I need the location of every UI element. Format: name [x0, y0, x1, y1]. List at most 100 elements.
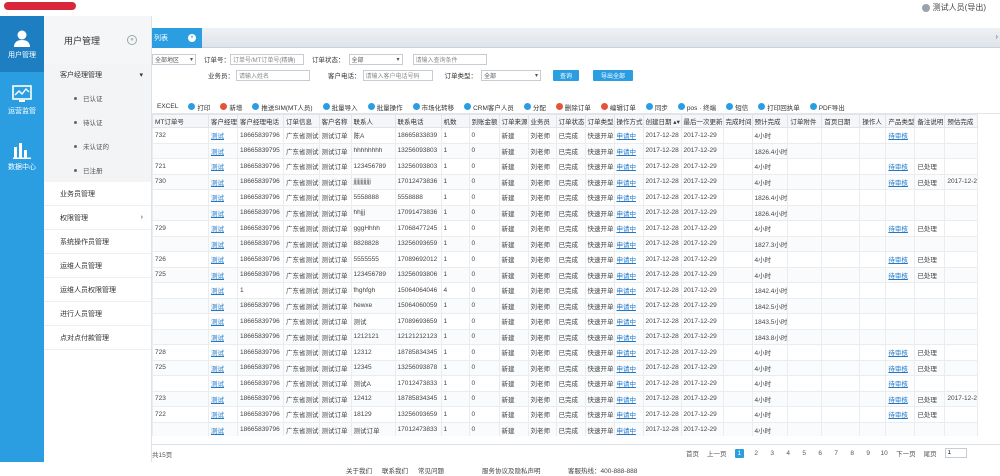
- column-header[interactable]: 联系电话: [394, 114, 442, 128]
- table-cell[interactable]: 测试: [208, 158, 238, 175]
- column-header[interactable]: 操作人: [859, 114, 887, 128]
- region-select[interactable]: 全部地区 ▾: [152, 53, 196, 65]
- table-cell[interactable]: 待审核: [885, 158, 916, 175]
- column-header[interactable]: 预估完成: [944, 114, 979, 128]
- column-header[interactable]: 预计完成: [751, 114, 789, 128]
- table-row[interactable]: 725 测试 18665839796 广东省测试 测试订单 123456789 132560…: [152, 266, 979, 283]
- column-header[interactable]: 订单信息: [283, 114, 320, 128]
- table-cell[interactable]: [885, 282, 916, 299]
- toolbar-button[interactable]: 打印: [183, 102, 215, 112]
- table-cell[interactable]: 申请中: [613, 127, 644, 144]
- toolbar-button[interactable]: 删除订单: [551, 102, 596, 112]
- column-header[interactable]: 订单附件: [787, 114, 823, 128]
- table-cell[interactable]: 申请中: [613, 142, 644, 159]
- page-number[interactable]: 1: [734, 448, 745, 458]
- export-all-button[interactable]: 导出全部: [593, 69, 633, 81]
- table-cell[interactable]: 申请中: [613, 359, 644, 376]
- page-number[interactable]: 9: [864, 450, 872, 457]
- table-cell[interactable]: 待审核: [885, 406, 916, 423]
- table-cell[interactable]: 测试: [208, 313, 238, 330]
- column-header[interactable]: 业务员: [527, 114, 557, 128]
- table-cell[interactable]: 申请中: [613, 204, 644, 221]
- close-icon[interactable]: ×: [188, 34, 196, 42]
- table-cell[interactable]: 待审核: [885, 251, 916, 268]
- sidebar-item[interactable]: 运维人员权限管理: [44, 278, 151, 302]
- table-cell[interactable]: [885, 328, 916, 345]
- page-jump-input[interactable]: [944, 448, 967, 458]
- toolbar-button[interactable]: 编辑订单: [596, 102, 641, 112]
- column-header[interactable]: 订单类型: [584, 114, 615, 128]
- chevron-right-icon[interactable]: ›: [995, 32, 998, 41]
- table-cell[interactable]: 测试: [208, 421, 238, 436]
- column-header[interactable]: 客户名称: [318, 114, 352, 128]
- last-page-button[interactable]: 尾页: [924, 448, 937, 458]
- table-row[interactable]: 测试 1 广东省测试 测试订单 fhghfgh 15064064046 4 0 新建 刘老师 已完成…: [152, 282, 979, 299]
- table-cell[interactable]: 测试: [208, 266, 238, 283]
- table-cell[interactable]: [885, 189, 916, 206]
- footer-link[interactable]: 联系我们: [382, 465, 408, 475]
- table-row[interactable]: 测试 18665839796 广东省测试 测试订单 1212121 12121212123…: [152, 328, 979, 345]
- table-cell[interactable]: 申请中: [613, 297, 644, 314]
- table-cell[interactable]: [885, 297, 916, 314]
- column-header[interactable]: 备注说明: [914, 114, 946, 128]
- table-cell[interactable]: [885, 235, 916, 252]
- sidebar-item[interactable]: 系统操作员管理: [44, 230, 151, 254]
- salesman-input[interactable]: 请输入姓名: [236, 69, 310, 81]
- column-header[interactable]: MT订单号: [152, 114, 209, 128]
- table-cell[interactable]: 测试: [208, 173, 238, 190]
- table-cell[interactable]: 测试: [208, 406, 238, 423]
- table-cell[interactable]: 申请中: [613, 375, 644, 392]
- table-cell[interactable]: 测试: [208, 297, 238, 314]
- toolbar-button[interactable]: 分配: [519, 102, 551, 112]
- page-number[interactable]: 4: [784, 450, 792, 457]
- table-cell[interactable]: 申请中: [613, 282, 644, 299]
- page-number[interactable]: 7: [832, 450, 840, 457]
- nav-data-center[interactable]: 数据中心: [0, 128, 44, 184]
- page-number[interactable]: 5: [800, 450, 808, 457]
- page-number[interactable]: 10: [880, 450, 888, 457]
- nav-operations[interactable]: 运营监管: [0, 72, 44, 128]
- table-cell[interactable]: 测试: [208, 359, 238, 376]
- table-cell[interactable]: 测试: [208, 189, 238, 206]
- table-row[interactable]: 测试 18665839796 广东省测试 测试订单 测试 17089693659 1 0 新建刘…: [152, 313, 979, 330]
- toolbar-button[interactable]: 市场化转移: [408, 102, 460, 112]
- sidebar-subitem[interactable]: 已认证: [44, 86, 151, 110]
- first-page-button[interactable]: 首页: [686, 448, 699, 458]
- table-cell[interactable]: 测试: [208, 251, 238, 268]
- table-cell[interactable]: 测试: [208, 235, 238, 252]
- toolbar-button[interactable]: EXCEL: [152, 103, 183, 110]
- table-row[interactable]: 725 测试 18665839796 广东省测试 测试订单 12345 1325609387…: [152, 359, 979, 376]
- table-row[interactable]: 726 测试 18665839796 广东省测试 测试订单 5555555 17089692…: [152, 251, 979, 268]
- table-cell[interactable]: 申请中: [613, 189, 644, 206]
- table-cell[interactable]: [885, 313, 916, 330]
- table-cell[interactable]: 待审核: [885, 266, 916, 283]
- table-cell[interactable]: 申请中: [613, 251, 644, 268]
- page-number[interactable]: 2: [752, 450, 760, 457]
- status-select[interactable]: 全部 ▾: [348, 53, 403, 65]
- column-header[interactable]: 最后一次更新: [680, 114, 724, 128]
- column-header[interactable]: 首页日期: [821, 114, 861, 128]
- page-number[interactable]: 6: [816, 450, 824, 457]
- column-header[interactable]: 订单来源: [498, 114, 529, 128]
- sidebar-subitem[interactable]: 未认证的: [44, 134, 151, 158]
- table-row[interactable]: 728 测试 18665839796 广东省测试 测试订单 12312 1878583434…: [152, 344, 979, 361]
- column-header[interactable]: 完成时间: [722, 114, 753, 128]
- footer-link[interactable]: 常见问题: [418, 465, 444, 475]
- sidebar-subitem[interactable]: 已注册: [44, 158, 151, 182]
- sidebar-group-account-manager[interactable]: 客户经理管理 ▾: [44, 64, 151, 86]
- column-header[interactable]: 客户经理电话: [237, 114, 284, 128]
- table-row[interactable]: 722 测试 18665839796 广东省测试 测试订单 18129 1325609365…: [152, 406, 979, 423]
- table-row[interactable]: 729 测试 18665839796 广东省测试 测试订单 gggHhhh 17068477…: [152, 220, 979, 237]
- phone-input[interactable]: 请输入客户电话号码: [362, 69, 433, 81]
- toolbar-button[interactable]: 短信: [721, 102, 753, 112]
- sidebar-item[interactable]: 运维人员管理: [44, 254, 151, 278]
- table-cell[interactable]: 测试: [208, 127, 238, 144]
- column-header[interactable]: 操作方式: [613, 114, 644, 128]
- table-cell[interactable]: 测试: [208, 344, 238, 361]
- table-row[interactable]: 测试 18665839795 广东省测试 测试订单 hhhhhhhh 1325609380…: [152, 142, 979, 159]
- table-cell[interactable]: 申请中: [613, 390, 644, 407]
- search-button[interactable]: 查询: [553, 69, 579, 81]
- column-header[interactable]: 机数: [440, 114, 470, 128]
- table-cell[interactable]: 待审核: [885, 375, 916, 392]
- table-cell[interactable]: 申请中: [613, 173, 644, 190]
